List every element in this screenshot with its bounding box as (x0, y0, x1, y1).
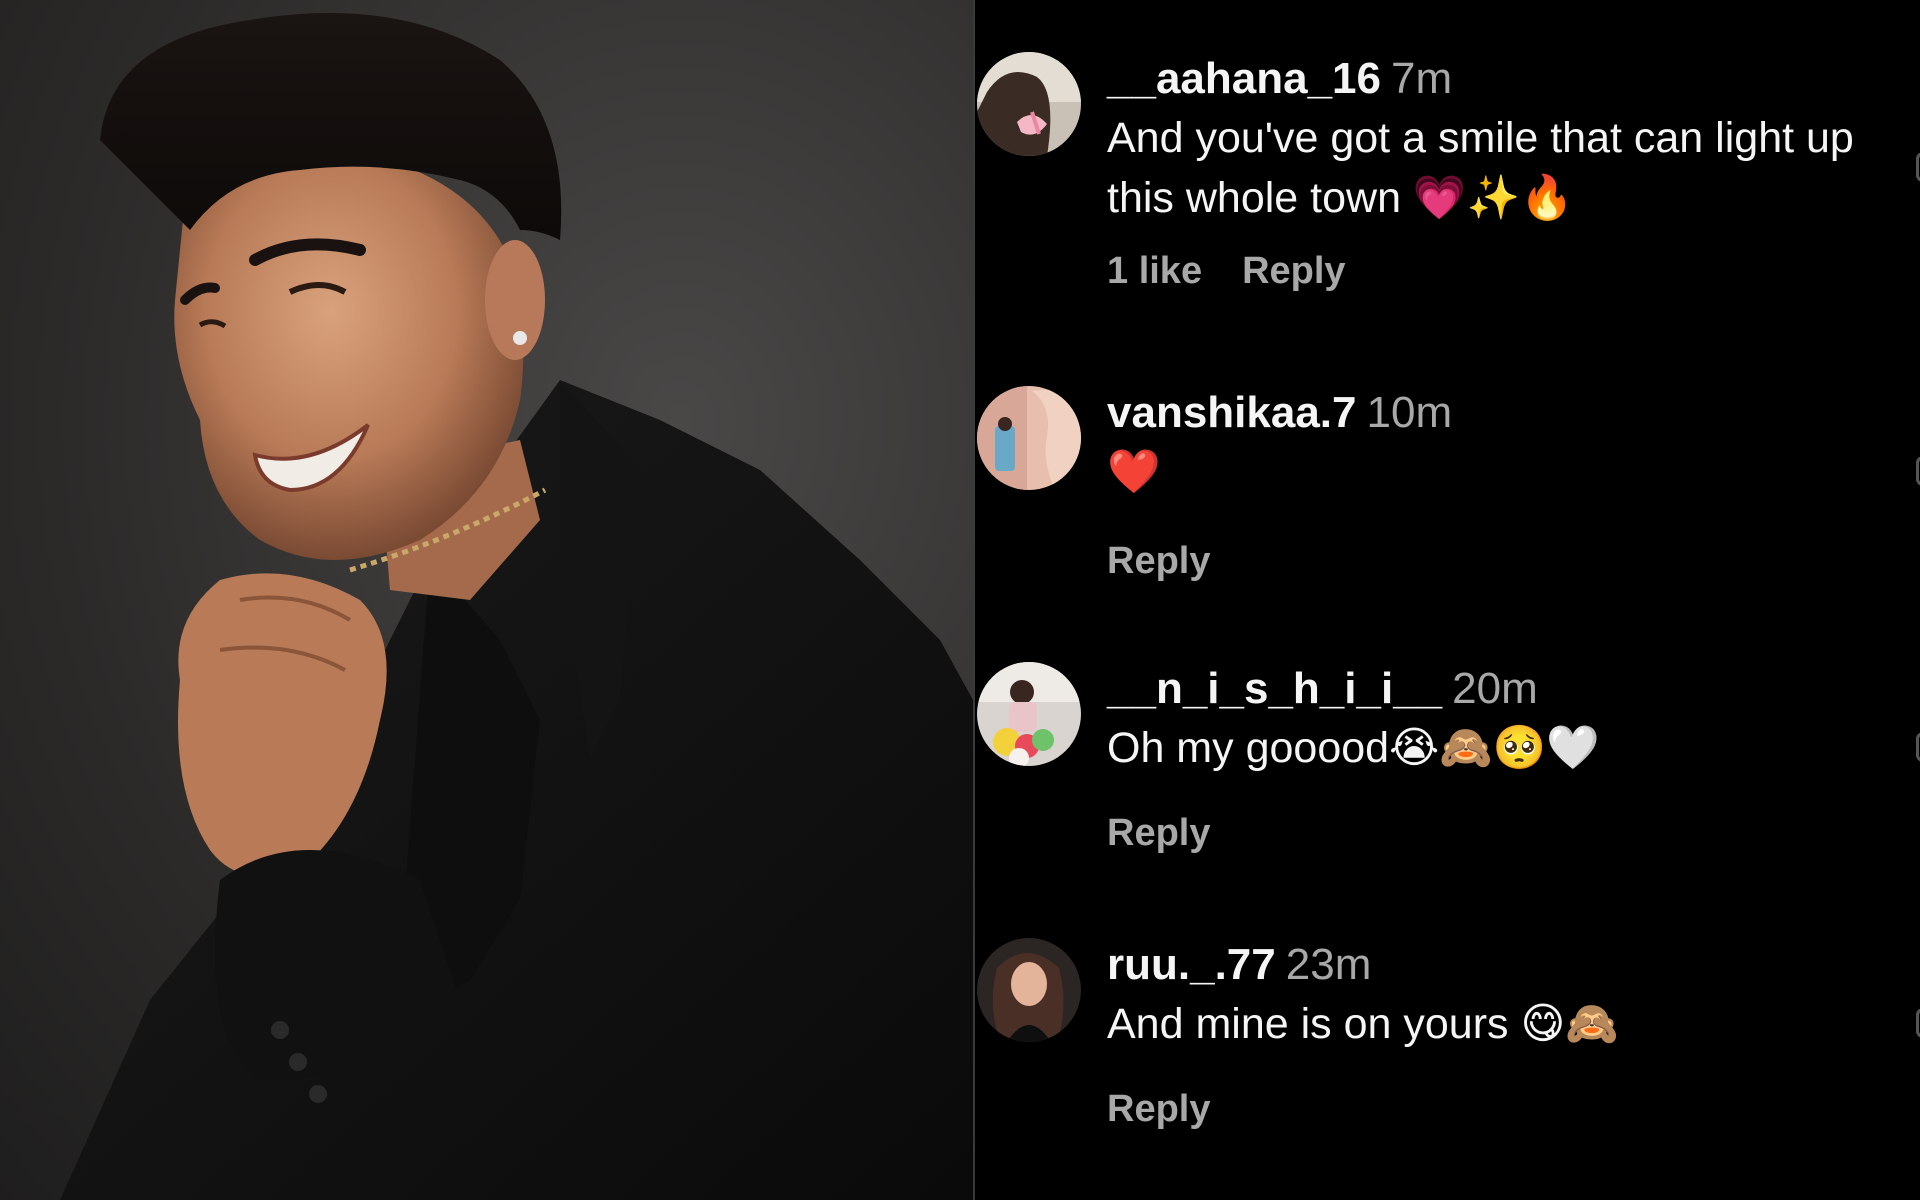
comment-like-count[interactable]: 1 like (1107, 250, 1202, 292)
like-heart-icon[interactable] (1916, 1008, 1920, 1038)
comment-text: And mine is on yours 😋🙈 (1107, 1000, 1619, 1048)
comment-username[interactable]: ruu._.77 (1107, 940, 1276, 989)
comment-text: Oh my gooood😭🙈🥺🤍 (1107, 724, 1600, 772)
reply-button[interactable]: Reply (1107, 540, 1210, 582)
reply-button[interactable]: Reply (1242, 250, 1345, 292)
comment-timestamp: 20m (1452, 664, 1538, 713)
avatar[interactable] (977, 386, 1081, 490)
like-heart-icon[interactable] (1916, 152, 1920, 182)
avatar[interactable] (977, 52, 1081, 156)
reply-button[interactable]: Reply (1107, 812, 1210, 854)
comment-text: And you've got a smile that can light up… (1107, 114, 1854, 222)
comment-username[interactable]: vanshikaa.7 (1107, 388, 1357, 437)
avatar[interactable] (977, 938, 1081, 1042)
like-heart-icon[interactable] (1916, 456, 1920, 486)
portrait-photo (0, 0, 973, 1200)
comment-text: ❤️ (1107, 448, 1161, 496)
comments-panel[interactable]: __aahana_16 7m And you've got a smile tha… (975, 0, 1920, 1200)
avatar[interactable] (977, 662, 1081, 766)
comment-timestamp: 7m (1391, 54, 1453, 103)
comment-username[interactable]: __aahana_16 (1107, 54, 1381, 103)
reply-button[interactable]: Reply (1107, 1088, 1210, 1130)
comment-timestamp: 23m (1285, 940, 1372, 989)
screenshot-composite: __aahana_16 7m And you've got a smile tha… (0, 0, 1920, 1200)
comment-username[interactable]: __n_i_s_h_i_i__ (1107, 664, 1442, 713)
comment-timestamp: 10m (1366, 388, 1453, 437)
like-heart-icon[interactable] (1916, 732, 1920, 762)
